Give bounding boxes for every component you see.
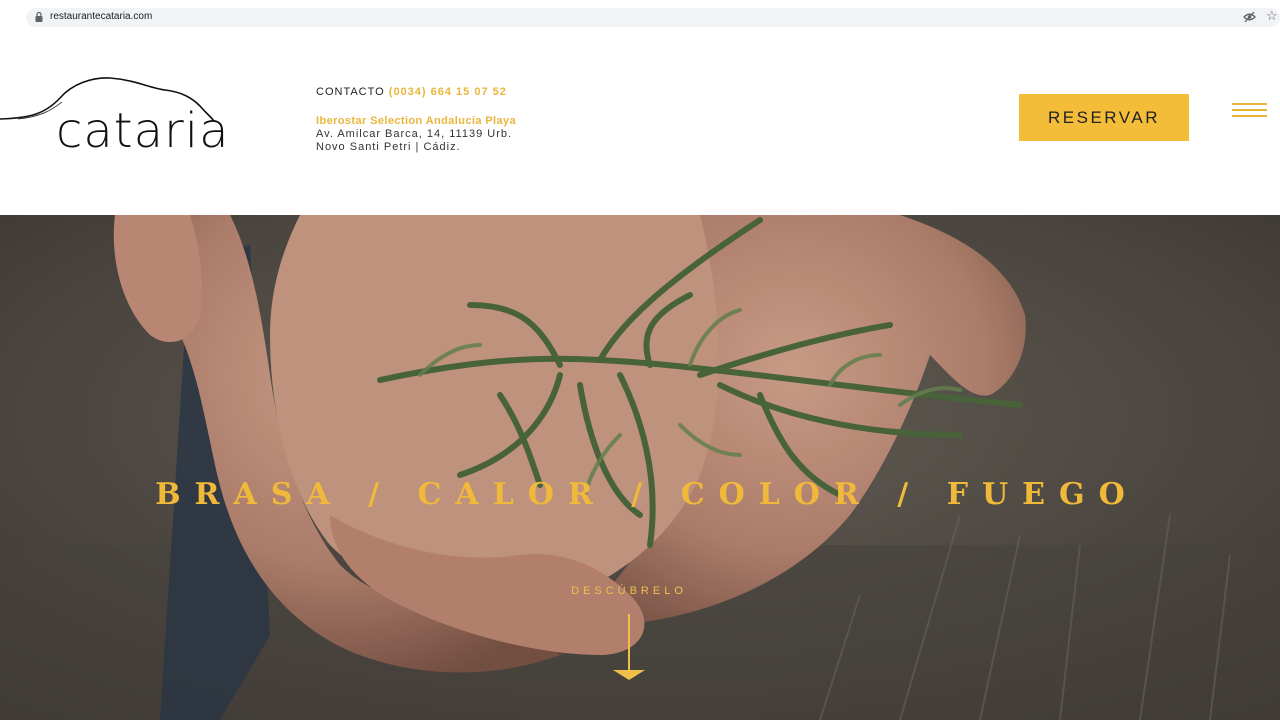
url-text[interactable]: restaurantecataria.com (50, 11, 152, 23)
discover-link[interactable]: DESCÚBRELO (0, 585, 1258, 597)
eye-off-icon[interactable] (1243, 11, 1256, 23)
url-bar[interactable] (26, 8, 1280, 27)
hero-section: BRASA / CALOR / COLOR / FUEGO DESCÚBRELO (0, 215, 1280, 720)
address-line-1: Av. Amilcar Barca, 14, 11139 Urb. (316, 128, 513, 140)
logo[interactable]: cataria (0, 76, 270, 158)
menu-line (1232, 109, 1267, 111)
menu-line (1232, 115, 1267, 117)
address-line-2: Novo Santi Petri | Cádiz. (316, 141, 461, 153)
logo-text: cataria (56, 103, 230, 159)
hero-tagline: BRASA / CALOR / COLOR / FUEGO (155, 477, 1139, 512)
contact-line: CONTACTO (0034) 664 15 07 52 (316, 86, 616, 99)
menu-line (1232, 103, 1267, 105)
contact-block: CONTACTO (0034) 664 15 07 52 Iberostar S… (316, 86, 616, 154)
reserve-button[interactable]: RESERVAR (1019, 94, 1189, 141)
browser-address-bar: restaurantecataria.com ☆ (0, 0, 1280, 36)
star-icon[interactable]: ☆ (1266, 9, 1278, 23)
arrow-down-icon[interactable] (612, 614, 646, 684)
contact-label: CONTACTO (316, 86, 385, 98)
hotel-name[interactable]: Iberostar Selection Andalucía Playa (316, 115, 616, 128)
hamburger-menu-icon[interactable] (1232, 103, 1267, 121)
lock-icon (35, 11, 43, 22)
phone-link[interactable]: (0034) 664 15 07 52 (389, 86, 507, 98)
